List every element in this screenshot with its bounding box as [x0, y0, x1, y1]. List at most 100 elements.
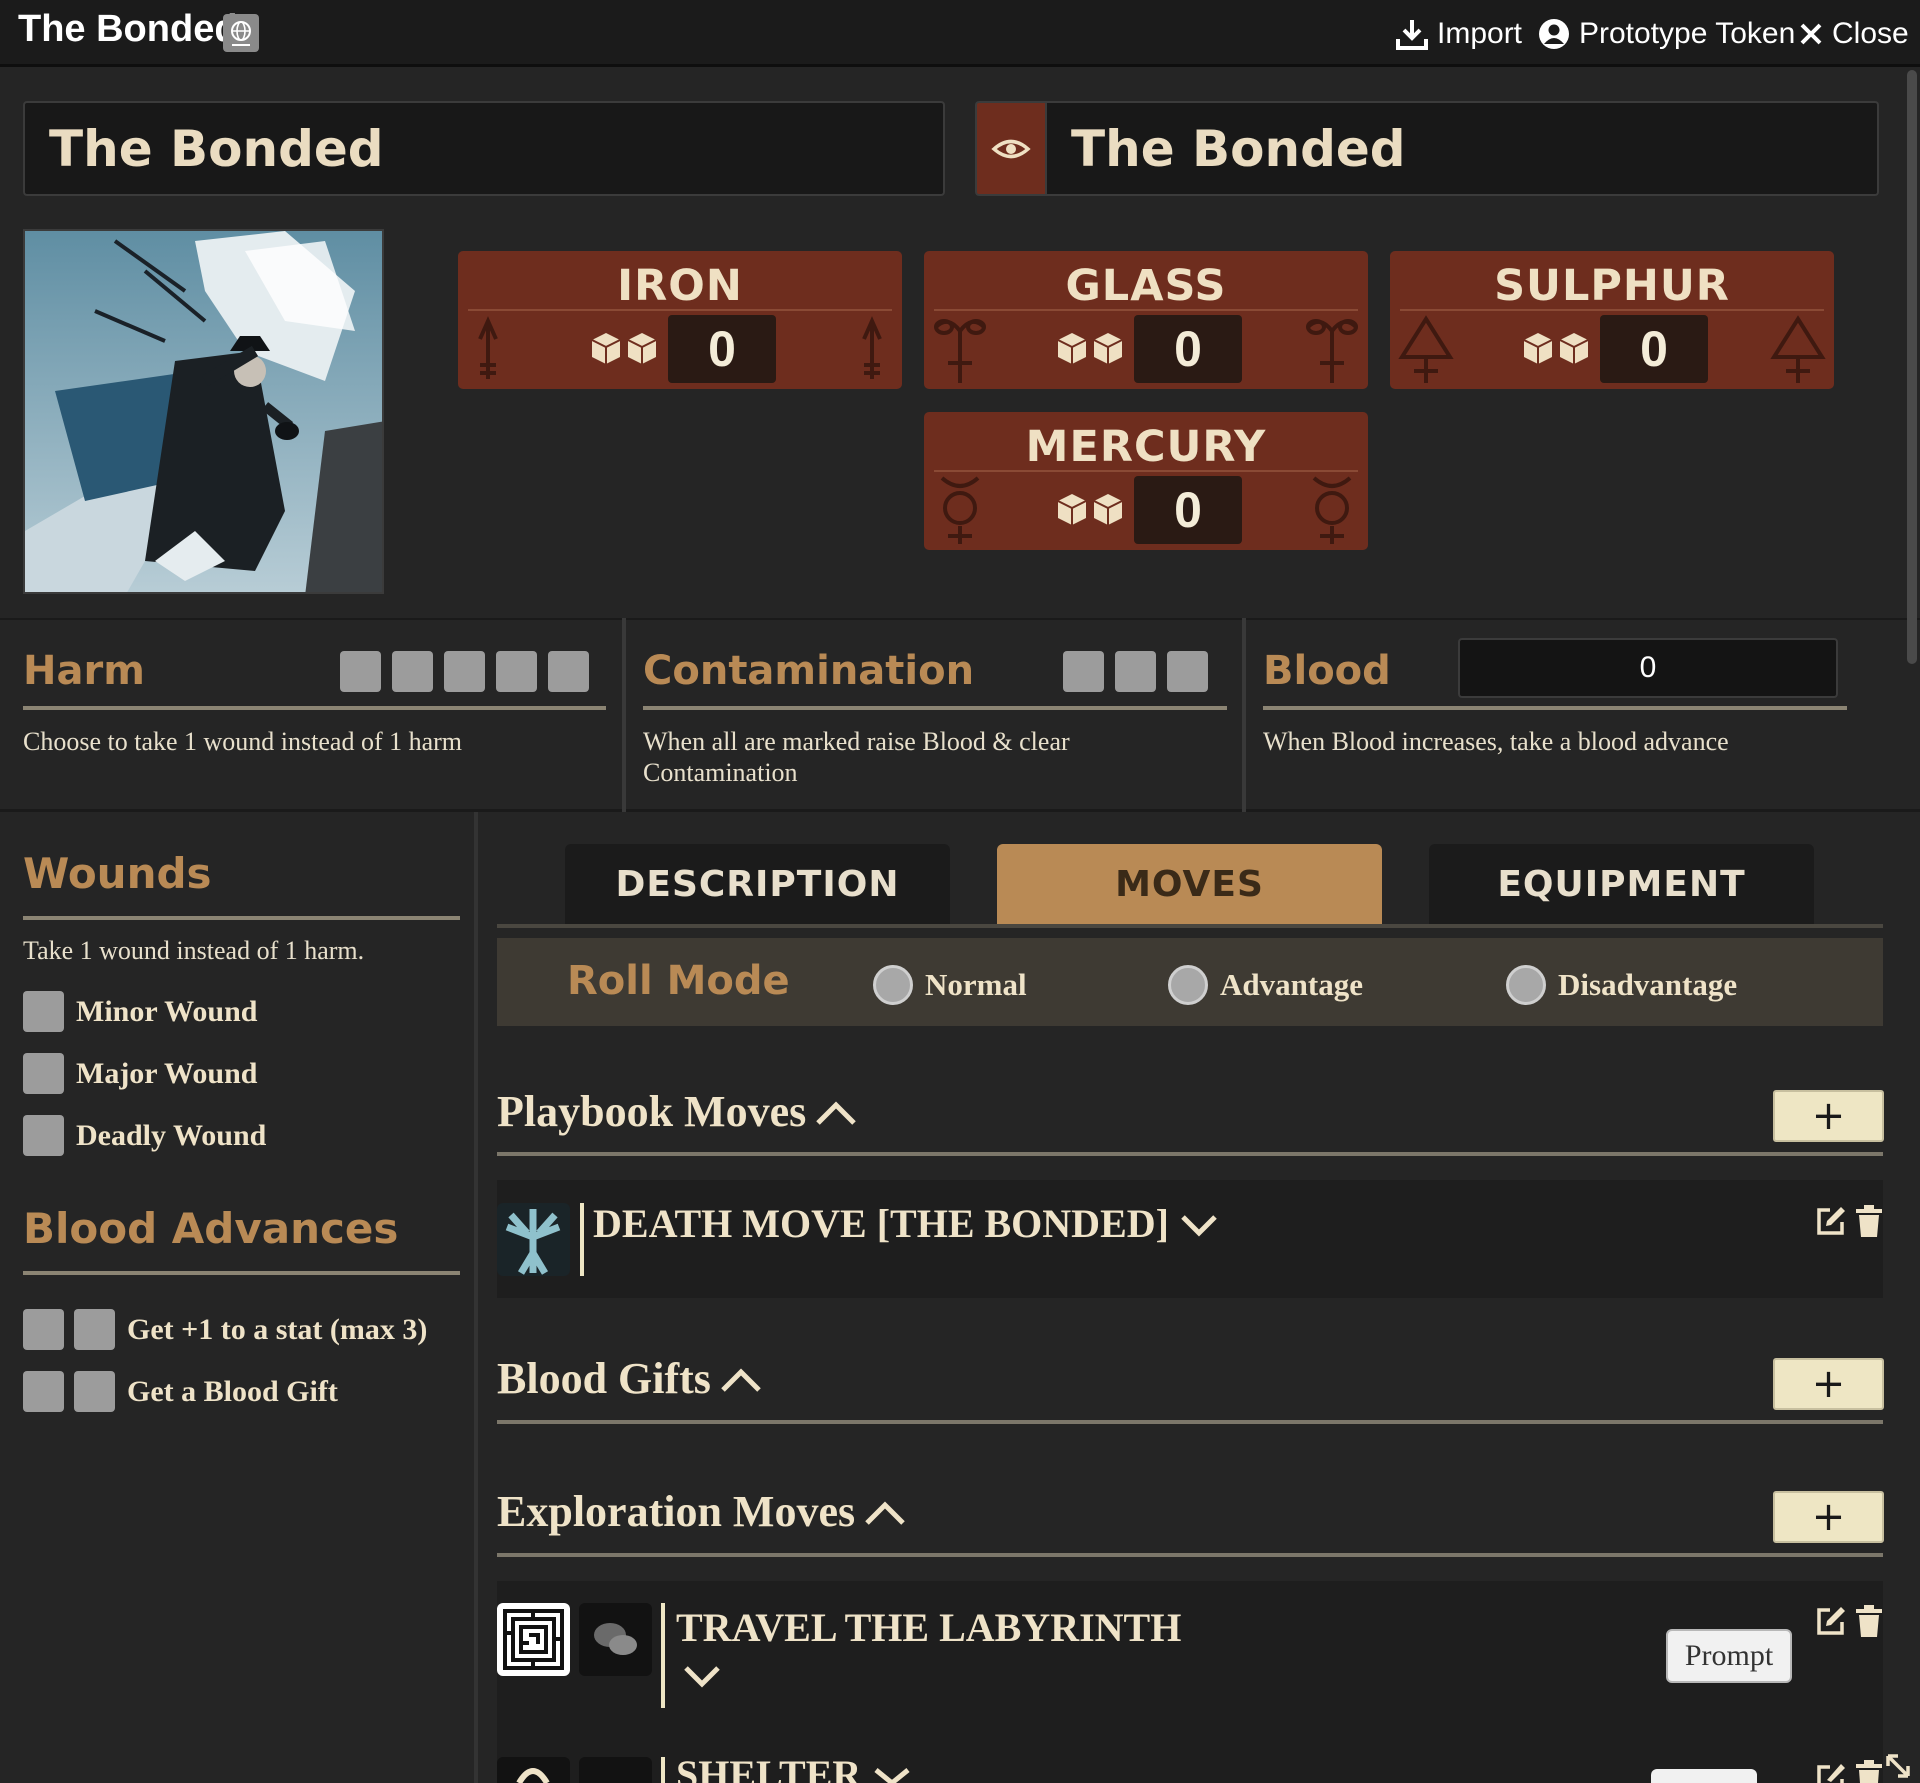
chevron-down-icon[interactable] — [872, 1764, 912, 1783]
contamination-checkbox[interactable] — [1115, 651, 1156, 692]
harm-checkbox[interactable] — [392, 651, 433, 692]
dice-icon[interactable] — [588, 329, 660, 369]
wounds-title: Wounds — [23, 849, 212, 898]
labyrinth-icon — [497, 1603, 570, 1676]
wound-checkbox[interactable] — [23, 991, 64, 1032]
playbook-moves-header[interactable]: Playbook Moves — [497, 1086, 858, 1137]
harm-checkbox[interactable] — [496, 651, 537, 692]
tab-moves[interactable]: MOVES — [997, 844, 1382, 924]
trash-icon[interactable] — [1856, 1760, 1882, 1783]
roll-mode-disadvantage[interactable]: Disadvantage — [1506, 965, 1737, 1005]
advance-label: Get +1 to a stat (max 3) — [127, 1312, 428, 1346]
trash-icon[interactable] — [1856, 1205, 1882, 1237]
contamination-boxes — [1063, 651, 1208, 692]
advance-checkbox[interactable] — [23, 1309, 64, 1350]
advance-checkbox[interactable] — [74, 1371, 115, 1412]
trash-icon[interactable] — [1856, 1605, 1882, 1637]
advance-checkbox[interactable] — [23, 1371, 64, 1412]
chevron-down-icon[interactable] — [1179, 1209, 1219, 1239]
blood-advances-title: Blood Advances — [23, 1204, 399, 1253]
dice-icon[interactable] — [1054, 490, 1126, 530]
chevron-up-icon[interactable] — [719, 1364, 763, 1394]
radio-button[interactable] — [873, 965, 913, 1005]
stat-card-mercury: MERCURY 0 — [924, 412, 1368, 550]
tab-equipment[interactable]: EQUIPMENT — [1429, 844, 1814, 924]
tab-description[interactable]: DESCRIPTION — [565, 844, 950, 924]
wound-item[interactable]: Major Wound — [23, 1053, 257, 1094]
playbook-name-input[interactable]: The Bonded — [1047, 101, 1879, 196]
advance-checkbox[interactable] — [74, 1309, 115, 1350]
chevron-down-icon[interactable] — [682, 1660, 722, 1690]
close-button[interactable]: Close — [1798, 14, 1909, 54]
harm-checkbox[interactable] — [548, 651, 589, 692]
divider — [23, 706, 606, 710]
wound-checkbox[interactable] — [23, 1053, 64, 1094]
import-label: Import — [1437, 17, 1523, 50]
harm-title: Harm — [23, 648, 145, 694]
radio-label: Disadvantage — [1558, 967, 1738, 1002]
divider — [580, 1203, 584, 1276]
divider — [934, 470, 1358, 472]
prompt-button[interactable] — [1651, 1769, 1757, 1783]
stat-value-input[interactable]: 0 — [668, 315, 776, 383]
move-title[interactable]: SHELTER — [676, 1752, 861, 1783]
death-move-header[interactable]: DEATH MOVE [THE BONDED] — [593, 1200, 1219, 1247]
chevron-up-icon[interactable] — [814, 1097, 858, 1127]
character-name-input[interactable]: The Bonded — [23, 101, 945, 196]
globe-icon[interactable] — [223, 14, 259, 52]
wound-label: Deadly Wound — [76, 1118, 267, 1152]
divider — [497, 1553, 1883, 1557]
prototype-token-button[interactable]: Prototype Token — [1537, 14, 1795, 54]
harm-checkbox[interactable] — [444, 651, 485, 692]
iron-symbol-icon — [862, 316, 882, 379]
dice-icon[interactable] — [1054, 329, 1126, 369]
stat-value-input[interactable]: 0 — [1134, 315, 1242, 383]
character-portrait[interactable] — [23, 229, 384, 594]
roll-mode-normal[interactable]: Normal — [873, 965, 1027, 1005]
blood-gifts-header[interactable]: Blood Gifts — [497, 1353, 763, 1404]
edit-icon[interactable] — [1814, 1759, 1848, 1783]
edit-icon[interactable] — [1814, 1204, 1848, 1238]
radio-button[interactable] — [1506, 965, 1546, 1005]
stat-value-input[interactable]: 0 — [1600, 315, 1708, 383]
blood-advance-item[interactable]: Get +1 to a stat (max 3) — [23, 1309, 427, 1350]
move-title[interactable]: TRAVEL THE LABYRINTH — [676, 1604, 1181, 1651]
harm-checkbox[interactable] — [340, 651, 381, 692]
contamination-checkbox[interactable] — [1063, 651, 1104, 692]
blood-advance-item[interactable]: Get a Blood Gift — [23, 1371, 338, 1412]
wound-checkbox[interactable] — [23, 1115, 64, 1156]
prompt-button[interactable]: Prompt — [1666, 1629, 1792, 1683]
stat-name: SULPHUR — [1494, 261, 1730, 311]
resize-icon[interactable] — [1882, 1752, 1914, 1783]
radio-button[interactable] — [1168, 965, 1208, 1005]
stat-value-input[interactable]: 0 — [1134, 476, 1242, 544]
roll-mode-advantage[interactable]: Advantage — [1168, 965, 1363, 1005]
eye-toggle-button[interactable] — [975, 101, 1047, 196]
add-playbook-move-button[interactable]: + — [1773, 1090, 1884, 1142]
glass-symbol-icon — [934, 319, 986, 383]
sulphur-symbol-icon — [1398, 315, 1454, 383]
contamination-checkbox[interactable] — [1167, 651, 1208, 692]
wound-item[interactable]: Deadly Wound — [23, 1115, 266, 1156]
chevron-up-icon[interactable] — [863, 1497, 907, 1527]
import-button[interactable]: Import — [1395, 14, 1522, 54]
wound-item[interactable]: Minor Wound — [23, 991, 257, 1032]
stat-card-iron: IRON 0 — [458, 251, 902, 389]
blood-value-input[interactable]: 0 — [1458, 638, 1838, 698]
roll-mode-title: Roll Mode — [567, 958, 790, 1004]
chat-icon[interactable] — [579, 1757, 652, 1783]
divider — [643, 706, 1227, 710]
divider — [661, 1603, 665, 1708]
dice-icon[interactable] — [1520, 329, 1592, 369]
divider — [23, 1271, 460, 1275]
exploration-moves-header[interactable]: Exploration Moves — [497, 1486, 907, 1537]
stat-name: MERCURY — [1025, 422, 1267, 472]
user-circle-icon — [1539, 19, 1569, 49]
chat-icon[interactable] — [579, 1603, 652, 1676]
add-exploration-move-button[interactable]: + — [1773, 1491, 1884, 1543]
divider — [1400, 309, 1824, 311]
edit-icon[interactable] — [1814, 1604, 1848, 1638]
radio-label: Normal — [925, 967, 1027, 1002]
add-blood-gift-button[interactable]: + — [1773, 1358, 1884, 1410]
scrollbar[interactable] — [1907, 70, 1917, 664]
